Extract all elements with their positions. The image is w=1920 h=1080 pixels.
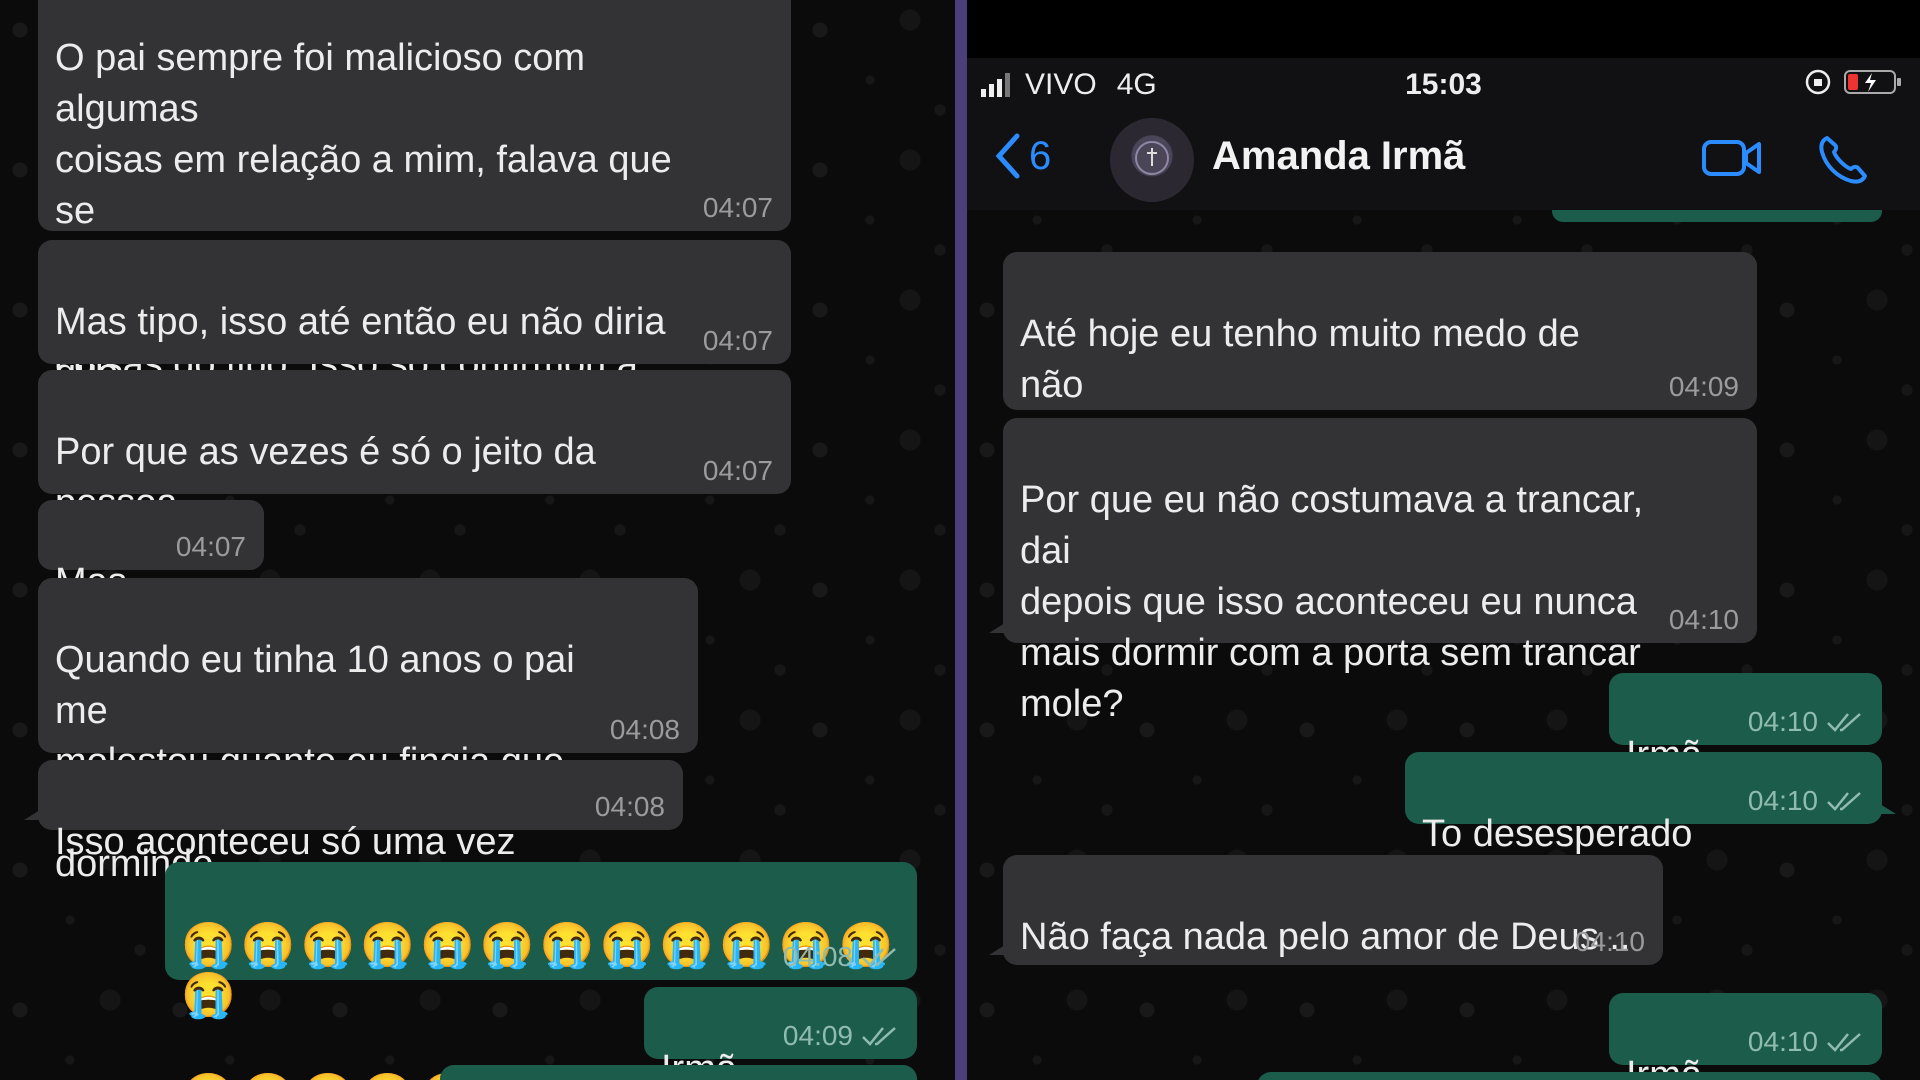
message-time: 04:07 xyxy=(702,192,773,223)
message-bubble[interactable]: Não faça nada pelo amor de Deus .. 04:10 xyxy=(989,855,1663,965)
avatar[interactable] xyxy=(1110,118,1194,202)
message-text: To desesperado xyxy=(1422,813,1693,855)
message-bubble[interactable]: Isso aconteceu só uma vez 04:08 xyxy=(24,760,683,863)
message-bubble[interactable]: Até hoje eu tenho muito medo de não tran… xyxy=(1003,252,1757,508)
double-check-icon xyxy=(1827,1033,1861,1052)
message-time: 04:10 xyxy=(1668,604,1739,635)
battery-icon xyxy=(1844,70,1901,94)
message-bubble-partial[interactable] xyxy=(1257,1072,1882,1080)
panel-divider xyxy=(955,0,967,1080)
message-time: 04:10 xyxy=(1748,707,1864,737)
message-time: 04:08 xyxy=(609,714,680,745)
message-bubble[interactable]: Irmã 04:10 xyxy=(1609,993,1882,1080)
left-chat-pane: O pai sempre foi malicioso com algumas c… xyxy=(0,0,955,1080)
double-check-icon xyxy=(1827,792,1861,811)
message-time: 04:10 xyxy=(1574,926,1645,957)
double-check-icon xyxy=(862,1027,896,1046)
message-text: Por que eu não costumava a trancar, dai … xyxy=(1020,479,1644,725)
message-bubble[interactable]: Mas 04:07 xyxy=(38,500,264,603)
avatar-image-icon xyxy=(1135,141,1169,175)
status-bar: VIVO 4G 15:03 xyxy=(967,58,1920,110)
chevron-left-icon xyxy=(995,133,1020,179)
message-time: 04:08 xyxy=(783,942,899,972)
message-bubble-partial[interactable] xyxy=(440,1065,917,1080)
top-black-bar xyxy=(967,0,1920,58)
message-bubble[interactable]: Irmã 04:09 xyxy=(644,987,917,1080)
video-call-icon[interactable] xyxy=(1701,132,1763,184)
phone-call-icon[interactable] xyxy=(1815,132,1871,188)
message-time: 04:07 xyxy=(702,455,773,486)
message-bubble[interactable]: O pai sempre foi malicioso com algumas c… xyxy=(38,0,791,487)
double-check-icon xyxy=(1827,713,1861,732)
back-button[interactable]: 6 xyxy=(993,132,1051,180)
message-bubble[interactable]: Irmã 04:10 xyxy=(1609,673,1882,776)
unread-count: 6 xyxy=(1029,133,1052,178)
message-bubble-emojis[interactable]: 😭😭😭😭😭😭😭😭😭😭😭😭😭 😭😭😭😭😭😭😭😭 04:08 xyxy=(165,862,917,1080)
message-time: 04:07 xyxy=(175,531,246,562)
message-time: 04:07 xyxy=(702,325,773,356)
message-time: 04:10 xyxy=(1748,1027,1864,1057)
double-check-icon xyxy=(862,948,896,967)
message-bubble[interactable]: Por que as vezes é só o jeito da pessoa … xyxy=(38,370,791,575)
message-text: Isso aconteceu só uma vez xyxy=(55,821,516,863)
orientation-lock-icon xyxy=(1805,69,1831,95)
message-bubble[interactable]: Por que eu não costumava a trancar, dai … xyxy=(989,418,1757,725)
message-text: Não faça nada pelo amor de Deus .. xyxy=(1020,916,1631,958)
message-time: 04:09 xyxy=(1668,371,1739,402)
message-time: 04:10 xyxy=(1748,786,1864,816)
message-bubble[interactable]: To desesperado 04:10 xyxy=(1405,752,1896,855)
message-time: 04:09 xyxy=(783,1021,899,1051)
right-chat-pane: Até hoje eu tenho muito medo de não tran… xyxy=(967,0,1920,1080)
contact-name[interactable]: Amanda Irmã xyxy=(1212,134,1465,179)
message-bubble[interactable]: Mas tipo, isso até então eu não diria qu… xyxy=(38,240,791,445)
chat-header: 6 Amanda Irmã xyxy=(967,110,1920,210)
message-time: 04:08 xyxy=(594,791,665,822)
message-bubble[interactable]: Quando eu tinha 10 anos o pai me molesto… xyxy=(38,578,698,885)
status-clock: 15:03 xyxy=(1405,68,1482,101)
